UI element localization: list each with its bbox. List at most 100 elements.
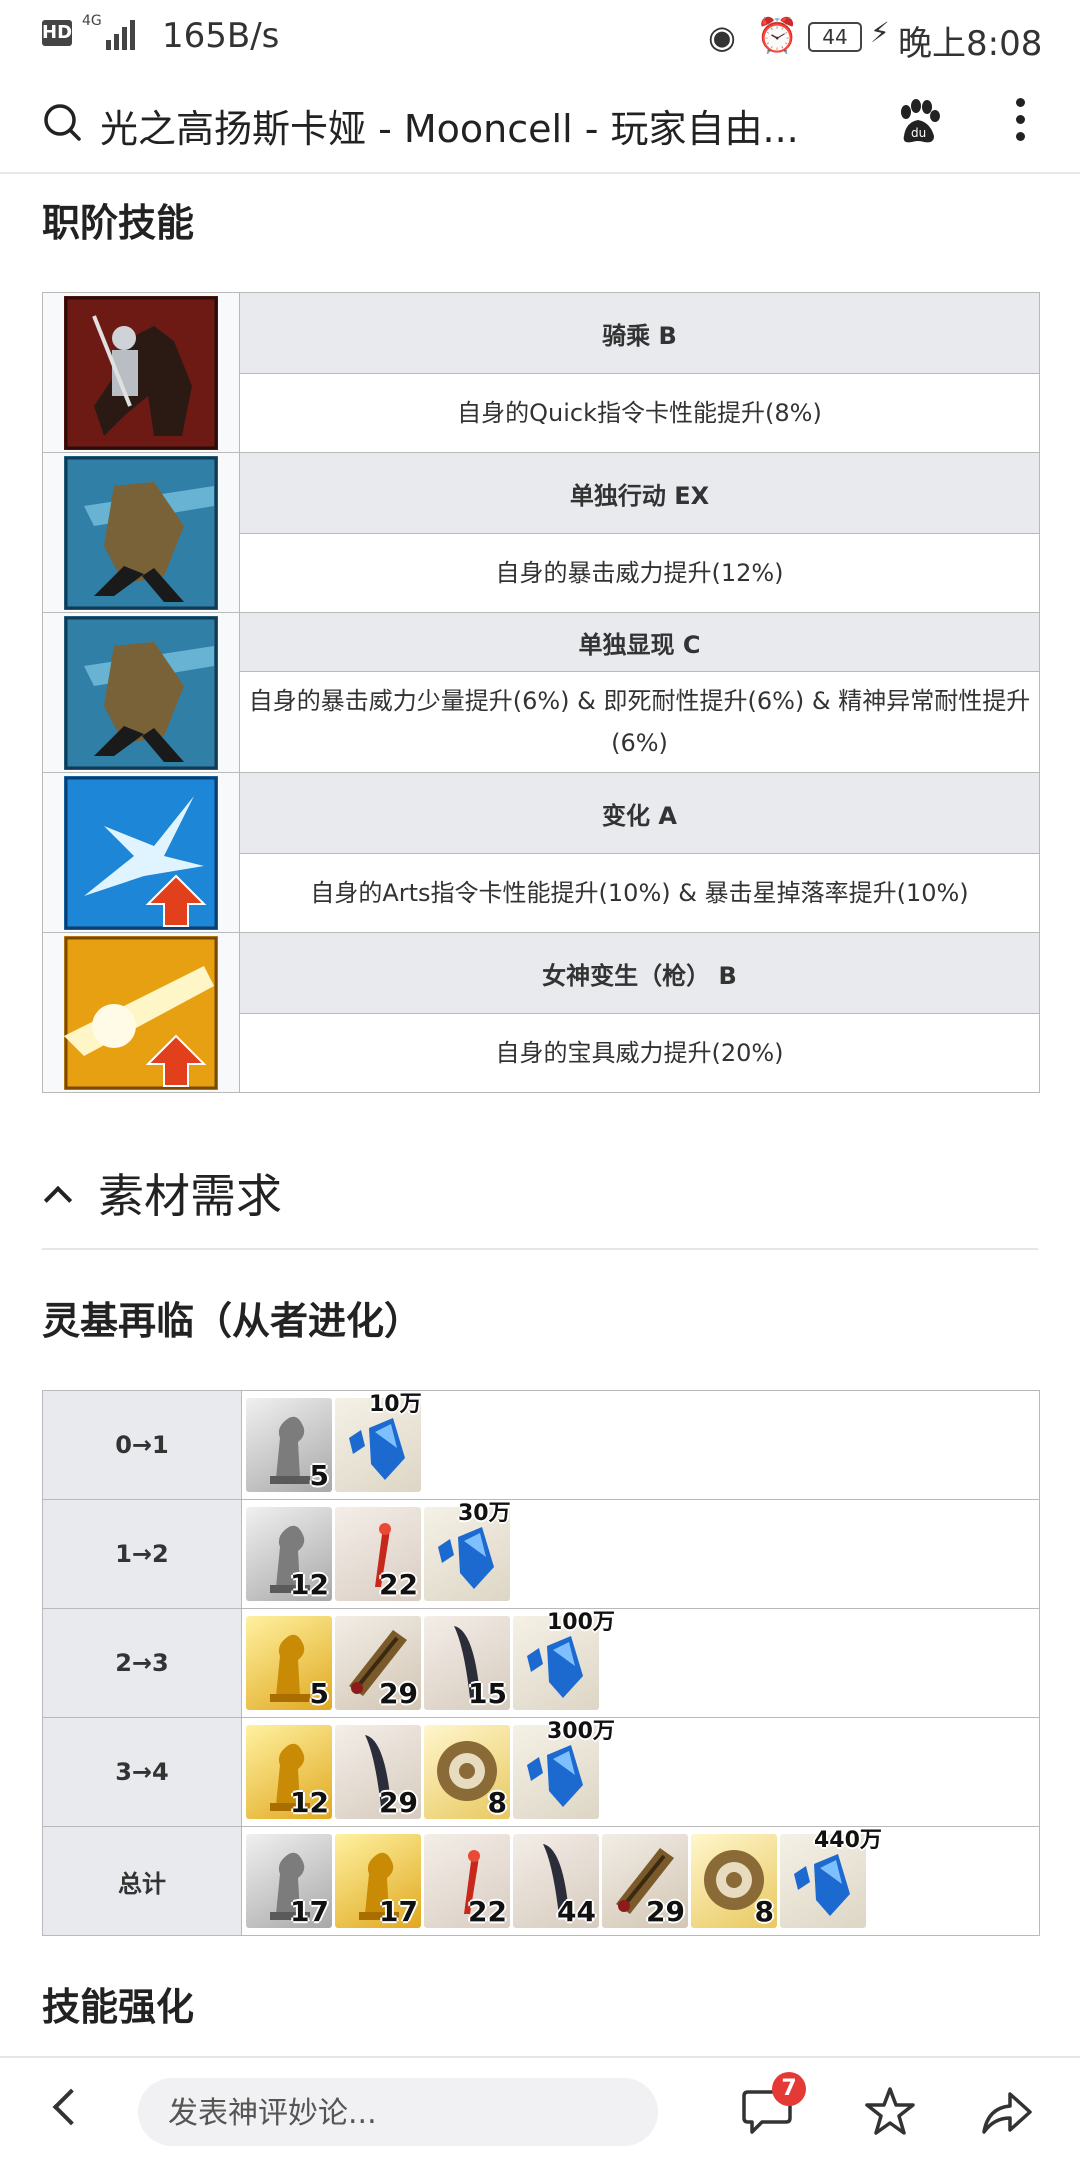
skill-name: 骑乘 B <box>239 292 1040 374</box>
share-icon[interactable] <box>980 2088 1032 2136</box>
qp-amount: 10万 <box>369 1392 422 1417</box>
hd-indicator: HD <box>42 20 72 46</box>
skill-row: 单独行动 EX <box>42 452 1040 613</box>
feather-material-icon[interactable]: 22 <box>424 1834 510 1928</box>
svg-text:du: du <box>911 126 926 140</box>
back-icon[interactable] <box>52 2088 90 2126</box>
charging-icon: ⚡ <box>870 16 890 49</box>
material-count: 17 <box>379 1895 418 1928</box>
cloaked-figure-icon <box>64 615 218 770</box>
network-type: 4G <box>82 13 102 29</box>
claw-material-icon[interactable]: 44 <box>513 1834 599 1928</box>
gold-material-icon[interactable]: 12 <box>246 1725 332 1819</box>
skill-enhance-heading: 技能强化 <box>42 1985 195 2029</box>
ascension-stage-label: 3→4 <box>42 1717 242 1827</box>
material-row: 0→1 5 10万 <box>42 1390 1040 1500</box>
alarm-icon: ⏰ <box>756 16 799 56</box>
divider <box>42 1248 1038 1250</box>
class-skills-table: 骑乘 B 自身的Quick指令卡性能提升(8%) 单独行动 EX 自身的暴击威力… <box>42 292 1040 1093</box>
materials-section-toggle[interactable]: 素材需求 <box>42 1160 282 1226</box>
gold-material-icon[interactable]: 5 <box>246 1616 332 1710</box>
material-count: 22 <box>379 1568 418 1601</box>
ascension-materials-table: 0→1 5 10万 1→2 12 22 30万 2→3 5 29 15 100万 3→4 12 29 8 300… <box>42 1390 1040 1936</box>
qp-icon[interactable]: 440万 <box>780 1828 882 1928</box>
address-bar[interactable]: 光之高扬斯卡娅 - Mooncell - 玩家自由... du <box>0 72 1080 174</box>
material-count: 12 <box>290 1786 329 1819</box>
clock: 晚上8:08 <box>898 24 1043 64</box>
gear-material-icon[interactable]: 8 <box>691 1834 777 1928</box>
favorite-star-icon[interactable] <box>864 2086 916 2138</box>
skill-icon-cell <box>42 452 240 613</box>
material-count: 29 <box>646 1895 685 1928</box>
chevron-up-icon[interactable] <box>43 1185 73 1215</box>
materials-section-title: 素材需求 <box>98 1169 282 1223</box>
ascension-stage-label: 总计 <box>42 1826 242 1936</box>
skill-desc: 自身的暴击威力提升(12%) <box>239 533 1040 613</box>
material-row: 3→4 12 29 8 300万 <box>42 1717 1040 1827</box>
horn-material-icon[interactable]: 29 <box>335 1616 421 1710</box>
battery-icon: 44 <box>808 22 862 52</box>
claw-material-icon[interactable]: 29 <box>335 1725 421 1819</box>
skill-desc: 自身的暴击威力少量提升(6%) & 即死耐性提升(6%) & 精神异常耐性提升(… <box>239 671 1040 773</box>
comment-input[interactable] <box>166 2078 630 2148</box>
material-row: 1→2 12 22 30万 <box>42 1499 1040 1609</box>
material-count: 22 <box>468 1895 507 1928</box>
qp-icon[interactable]: 300万 <box>513 1719 615 1819</box>
skill-row: 变化 A <box>42 772 1040 933</box>
silver-material-icon[interactable]: 17 <box>246 1834 332 1928</box>
qp-icon[interactable]: 100万 <box>513 1610 615 1710</box>
skill-name: 单独显现 C <box>239 612 1040 672</box>
ascension-heading: 灵基再临（从者进化） <box>42 1299 423 1343</box>
horn-material-icon[interactable]: 29 <box>602 1834 688 1928</box>
skill-icon-cell <box>42 612 240 773</box>
material-items-cell: 12 22 30万 <box>241 1499 1040 1609</box>
skill-icon-cell <box>42 292 240 453</box>
material-items-cell: 17 17 22 44 29 8 440万 <box>241 1826 1040 1936</box>
skill-icon-cell <box>42 932 240 1093</box>
baidu-paw-icon[interactable]: du <box>894 98 942 146</box>
qp-icon[interactable]: 10万 <box>335 1392 422 1492</box>
more-menu-icon[interactable] <box>1014 98 1026 148</box>
material-items-cell: 5 10万 <box>241 1390 1040 1500</box>
eye-comfort-icon: ◉ <box>708 18 736 56</box>
network-speed: 165B/s <box>162 16 280 56</box>
ascension-stage-label: 2→3 <box>42 1608 242 1718</box>
status-bar: HD 4G 165B/s ◉ ⏰ 44 ⚡ 晚上8:08 <box>0 0 1080 72</box>
silver-material-icon[interactable]: 5 <box>246 1398 332 1492</box>
feather-material-icon[interactable]: 22 <box>335 1507 421 1601</box>
knight-rider-icon <box>64 295 218 450</box>
gold-material-icon[interactable]: 17 <box>335 1834 421 1928</box>
skill-row: 单独显现 C <box>42 612 1040 773</box>
search-icon[interactable] <box>42 102 82 142</box>
material-count: 8 <box>487 1786 507 1819</box>
material-count: 29 <box>379 1677 418 1710</box>
qp-amount: 30万 <box>458 1501 511 1526</box>
gear-material-icon[interactable]: 8 <box>424 1725 510 1819</box>
material-items-cell: 12 29 8 300万 <box>241 1717 1040 1827</box>
material-row: 总计 17 17 22 44 29 8 440万 <box>42 1826 1040 1936</box>
skill-name: 女神变生（枪） B <box>239 932 1040 1014</box>
material-count: 12 <box>290 1568 329 1601</box>
skill-name: 变化 A <box>239 772 1040 854</box>
claw-material-icon[interactable]: 15 <box>424 1616 510 1710</box>
material-count: 5 <box>309 1677 329 1710</box>
skill-desc: 自身的Arts指令卡性能提升(10%) & 暴击星掉落率提升(10%) <box>239 853 1040 933</box>
material-row: 2→3 5 29 15 100万 <box>42 1608 1040 1718</box>
ascension-stage-label: 1→2 <box>42 1499 242 1609</box>
material-count: 15 <box>468 1677 507 1710</box>
comment-count-badge: 7 <box>772 2072 806 2106</box>
material-count: 44 <box>557 1895 596 1928</box>
material-count: 8 <box>754 1895 774 1928</box>
cloaked-figure-icon <box>64 455 218 610</box>
material-count: 5 <box>309 1459 329 1492</box>
qp-amount: 100万 <box>547 1610 615 1635</box>
page-title[interactable]: 光之高扬斯卡娅 - Mooncell - 玩家自由... <box>100 98 810 153</box>
comment-input-box[interactable] <box>138 2078 658 2148</box>
silver-material-icon[interactable]: 12 <box>246 1507 332 1601</box>
qp-amount: 440万 <box>814 1828 882 1853</box>
class-skills-heading: 职阶技能 <box>42 201 195 245</box>
bottom-toolbar: 7 <box>0 2056 1080 2162</box>
qp-icon[interactable]: 30万 <box>424 1501 511 1601</box>
skill-row: 骑乘 B <box>42 292 1040 453</box>
skill-desc: 自身的Quick指令卡性能提升(8%) <box>239 373 1040 453</box>
